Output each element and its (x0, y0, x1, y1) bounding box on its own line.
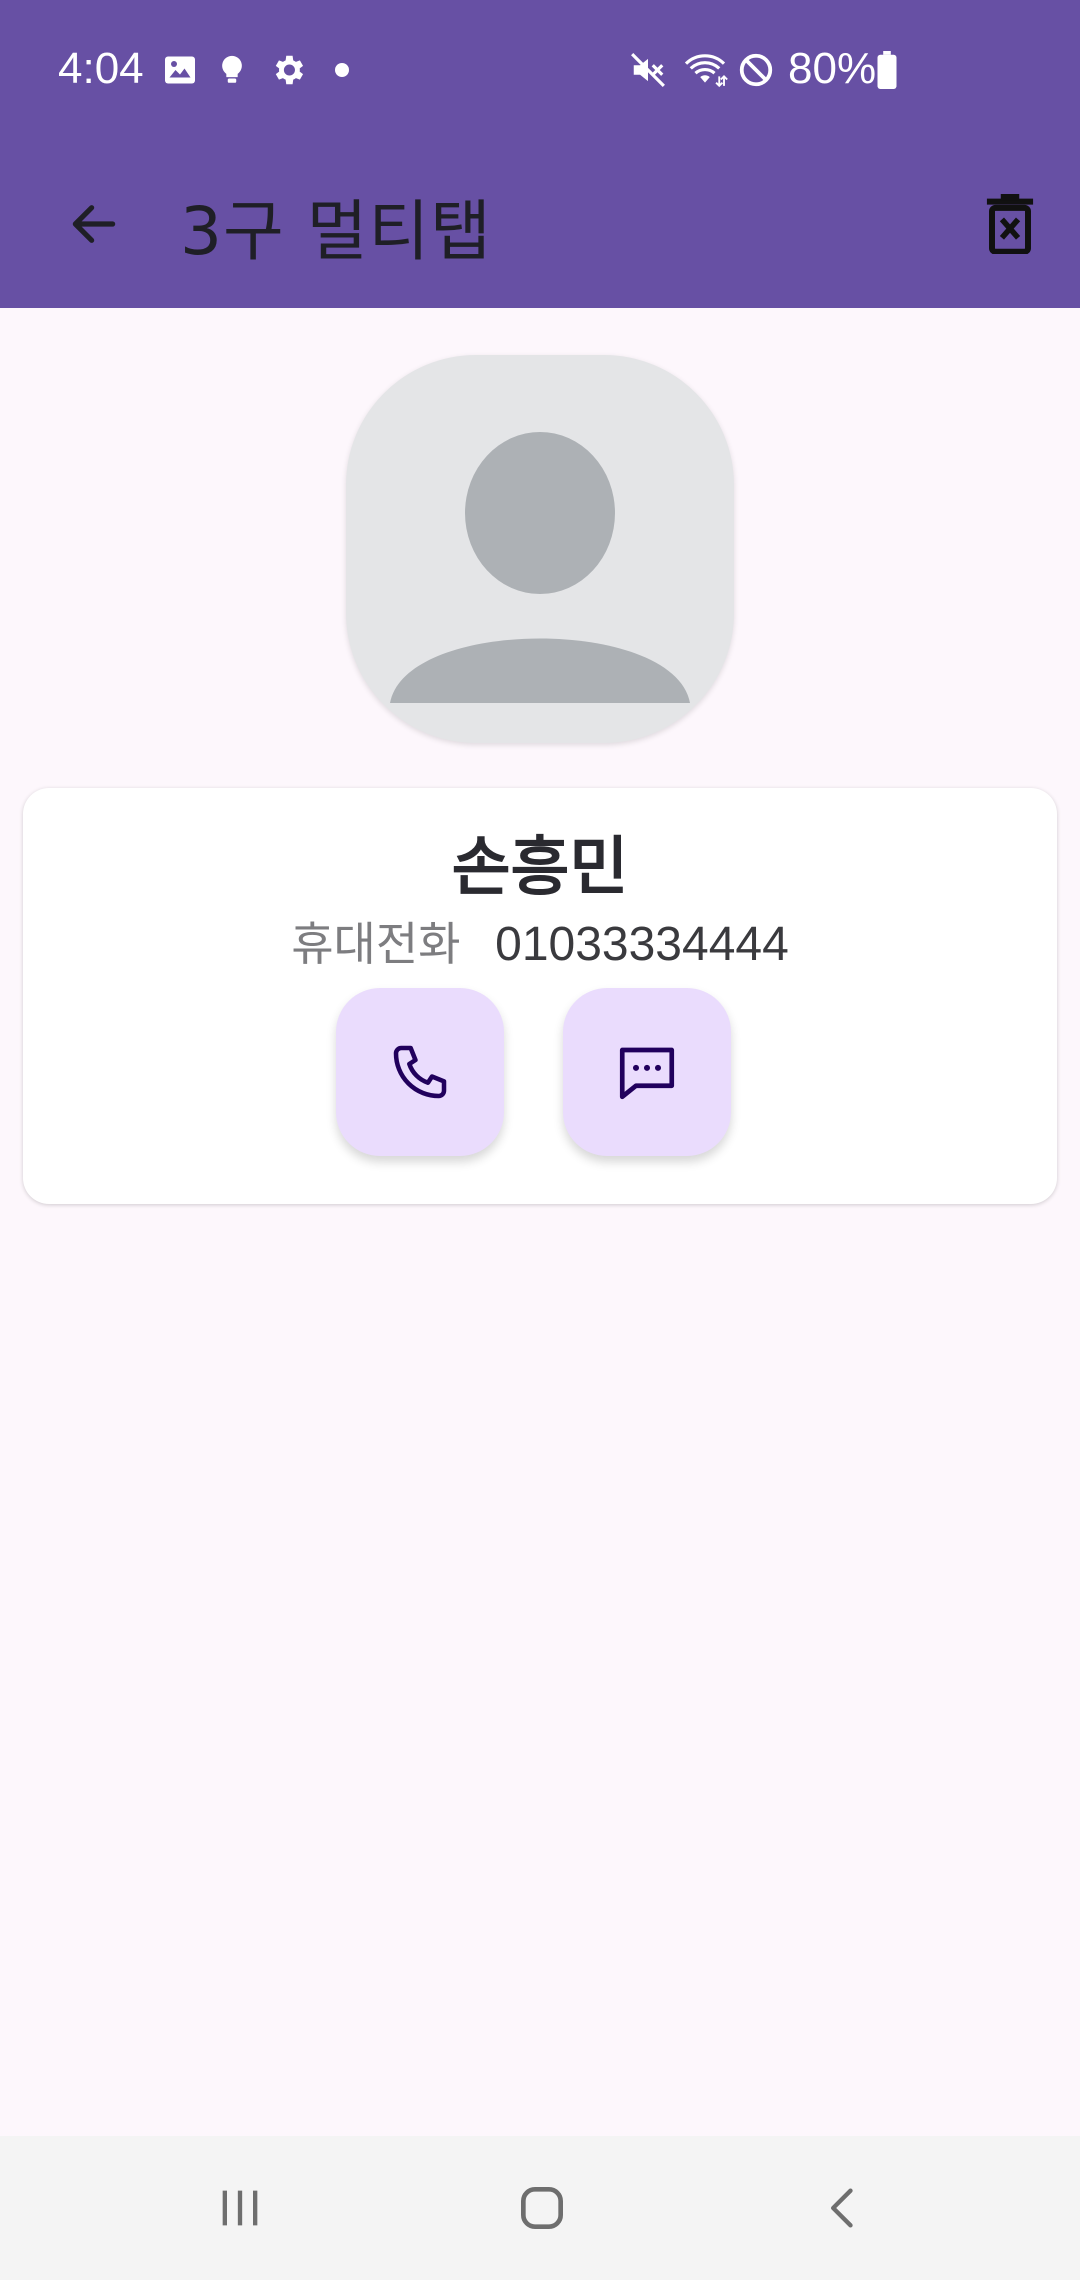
back-button[interactable] (46, 176, 142, 272)
recents-button[interactable] (180, 2158, 300, 2258)
avatar (346, 355, 734, 743)
status-time: 4:04 (58, 44, 144, 93)
status-bar: 4:04 80% (0, 0, 1080, 140)
phone-row: 휴대전화 01033334444 (23, 908, 1057, 974)
gallery-icon (160, 50, 200, 90)
recents-icon (222, 2190, 258, 2226)
phone-number: 01033334444 (495, 918, 789, 971)
phone-label: 휴대전화 (291, 917, 461, 971)
mute-icon (628, 50, 668, 90)
contact-card: 손흥민 휴대전화 01033334444 (23, 788, 1057, 1204)
navigation-bar (0, 2136, 1080, 2280)
wifi-icon (680, 50, 730, 90)
system-back-button[interactable] (784, 2158, 904, 2258)
back-icon (831, 2188, 853, 2228)
home-icon (521, 2187, 563, 2229)
page-title: 3구 멀티탭 (180, 193, 492, 270)
battery-icon (872, 50, 902, 90)
dot-icon (322, 50, 362, 90)
home-button[interactable] (482, 2158, 602, 2258)
message-button[interactable] (563, 988, 731, 1156)
contact-name: 손흥민 (451, 831, 629, 905)
settings-icon (268, 50, 308, 90)
person-icon (390, 432, 690, 703)
delete-button[interactable] (962, 176, 1058, 272)
call-button[interactable] (336, 988, 504, 1156)
contact-detail-screen: 4:04 80% 3구 멀티탭 손흥민 휴대전화 01033334444 (0, 0, 1080, 2280)
battery-percent: 80% (788, 44, 877, 93)
arrow-back-icon (72, 205, 116, 243)
delete-icon (986, 194, 1034, 254)
bulb-icon (212, 50, 252, 90)
message-icon (619, 1047, 675, 1100)
phone-icon (393, 1045, 447, 1099)
dnd-icon (736, 50, 776, 90)
app-bar: 3구 멀티탭 (0, 140, 1080, 308)
